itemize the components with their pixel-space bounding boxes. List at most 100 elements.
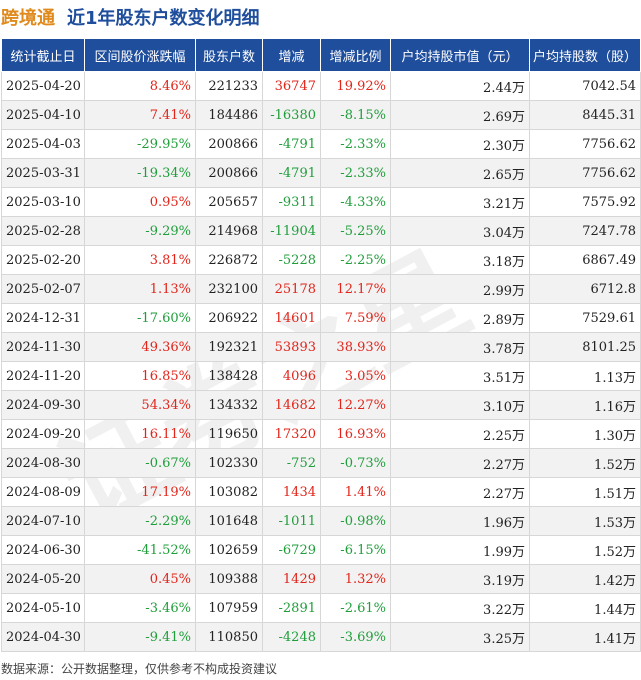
cell-avg-value: 2.27万: [390, 448, 530, 478]
cell-avg-shares: 7756.62: [529, 158, 641, 188]
cell-holders: 192321: [195, 332, 263, 362]
cell-date: 2025-02-07: [1, 274, 85, 304]
cell-holders: 134332: [195, 390, 263, 420]
cell-price-change: -17.60%: [84, 303, 196, 333]
cell-change-ratio: -4.33%: [320, 187, 391, 217]
cell-avg-value: 2.99万: [390, 274, 530, 304]
cell-change-ratio: 12.17%: [320, 274, 391, 304]
cell-avg-value: 3.04万: [390, 216, 530, 246]
cell-avg-shares: 7575.92: [529, 187, 641, 217]
stock-name: 跨境通: [1, 8, 55, 29]
cell-change: 14682: [262, 390, 321, 420]
table-row: 2024-11-20 16.85% 138428 4096 3.05% 3.51万 1.13…: [1, 361, 641, 391]
cell-price-change: 17.19%: [84, 477, 196, 507]
cell-change-ratio: 19.92%: [320, 71, 391, 101]
cell-change-ratio: -0.98%: [320, 506, 391, 536]
cell-change-ratio: 38.93%: [320, 332, 391, 362]
cell-change: -1011: [262, 506, 321, 536]
table-row: 2024-08-09 17.19% 103082 1434 1.41% 2.27万 1.51…: [1, 477, 641, 507]
table-row: 2024-09-20 16.11% 119650 17320 16.93% 2.25万 1.…: [1, 419, 641, 449]
cell-change: 25178: [262, 274, 321, 304]
table-row: 2024-04-30 -9.41% 110850 -4248 -3.69% 3.25万 1.…: [1, 622, 641, 652]
cell-holders: 102330: [195, 448, 263, 478]
cell-avg-value: 2.30万: [390, 129, 530, 159]
cell-date: 2025-02-20: [1, 245, 85, 275]
table-row: 2025-03-10 0.95% 205657 -9311 -4.33% 3.21万 757…: [1, 187, 641, 217]
cell-price-change: -0.67%: [84, 448, 196, 478]
cell-holders: 107959: [195, 593, 263, 623]
cell-date: 2024-09-30: [1, 390, 85, 420]
cell-avg-value: 1.99万: [390, 535, 530, 565]
cell-date: 2024-08-09: [1, 477, 85, 507]
table-row: 2024-05-20 0.45% 109388 1429 1.32% 3.19万 1.42万: [1, 564, 641, 594]
table-row: 2024-12-31 -17.60% 206922 14601 7.59% 2.89万 75…: [1, 303, 641, 333]
cell-holders: 200866: [195, 129, 263, 159]
cell-holders: 101648: [195, 506, 263, 536]
cell-change: 1434: [262, 477, 321, 507]
cell-change-ratio: -2.61%: [320, 593, 391, 623]
cell-avg-value: 3.21万: [390, 187, 530, 217]
cell-holders: 119650: [195, 419, 263, 449]
cell-change: -11904: [262, 216, 321, 246]
cell-price-change: 16.85%: [84, 361, 196, 391]
cell-change: -4248: [262, 622, 321, 652]
column-header-date: 统计截止日: [1, 38, 85, 72]
cell-holders: 110850: [195, 622, 263, 652]
table-row: 2025-04-03 -29.95% 200866 -4791 -2.33% 2.30万 7…: [1, 129, 641, 159]
cell-avg-value: 2.44万: [390, 71, 530, 101]
cell-change: 36747: [262, 71, 321, 101]
cell-holders: 184486: [195, 100, 263, 130]
table-row: 2024-07-10 -2.29% 101648 -1011 -0.98% 1.96万 1.…: [1, 506, 641, 536]
cell-avg-value: 3.51万: [390, 361, 530, 391]
cell-avg-shares: 7756.62: [529, 129, 641, 159]
cell-avg-value: 3.22万: [390, 593, 530, 623]
cell-avg-value: 1.96万: [390, 506, 530, 536]
cell-price-change: 49.36%: [84, 332, 196, 362]
cell-price-change: 0.95%: [84, 187, 196, 217]
cell-avg-shares: 1.51万: [529, 477, 641, 507]
cell-avg-shares: 7247.78: [529, 216, 641, 246]
cell-date: 2025-02-28: [1, 216, 85, 246]
column-header-price-change: 区间股价涨跌幅: [84, 38, 196, 72]
cell-change: 17320: [262, 419, 321, 449]
cell-avg-value: 2.69万: [390, 100, 530, 130]
cell-price-change: 1.13%: [84, 274, 196, 304]
cell-date: 2025-04-03: [1, 129, 85, 159]
cell-change: 4096: [262, 361, 321, 391]
cell-price-change: 7.41%: [84, 100, 196, 130]
cell-avg-shares: 1.44万: [529, 593, 641, 623]
cell-change-ratio: 16.93%: [320, 419, 391, 449]
cell-avg-shares: 1.30万: [529, 419, 641, 449]
cell-change: 1429: [262, 564, 321, 594]
cell-change-ratio: 7.59%: [320, 303, 391, 333]
cell-date: 2025-03-10: [1, 187, 85, 217]
cell-holders: 232100: [195, 274, 263, 304]
cell-avg-value: 2.25万: [390, 419, 530, 449]
cell-avg-shares: 7529.61: [529, 303, 641, 333]
table-row: 2024-05-10 -3.46% 107959 -2891 -2.61% 3.22万 1.…: [1, 593, 641, 623]
cell-price-change: -19.34%: [84, 158, 196, 188]
cell-change-ratio: -6.15%: [320, 535, 391, 565]
cell-avg-shares: 6712.8: [529, 274, 641, 304]
cell-holders: 109388: [195, 564, 263, 594]
cell-change: -4791: [262, 158, 321, 188]
cell-avg-value: 3.10万: [390, 390, 530, 420]
cell-change-ratio: -5.25%: [320, 216, 391, 246]
cell-avg-value: 2.27万: [390, 477, 530, 507]
table-row: 2025-02-28 -9.29% 214968 -11904 -5.25% 3.04万 7…: [1, 216, 641, 246]
cell-change: -16380: [262, 100, 321, 130]
table-row: 2025-02-07 1.13% 232100 25178 12.17% 2.99万 671…: [1, 274, 641, 304]
cell-avg-shares: 6867.49: [529, 245, 641, 275]
data-source-note: 数据来源：公开数据整理，仅供参考不构成投资建议: [1, 662, 278, 676]
cell-change-ratio: -3.69%: [320, 622, 391, 652]
table-row: 2024-08-30 -0.67% 102330 -752 -0.73% 2.27万 1.5…: [1, 448, 641, 478]
cell-holders: 103082: [195, 477, 263, 507]
cell-change: -9311: [262, 187, 321, 217]
column-header-holders: 股东户数: [195, 38, 263, 72]
cell-change-ratio: 12.27%: [320, 390, 391, 420]
cell-holders: 200866: [195, 158, 263, 188]
table-row: 2025-02-20 3.81% 226872 -5228 -2.25% 3.18万 686…: [1, 245, 641, 275]
cell-date: 2024-08-30: [1, 448, 85, 478]
cell-holders: 138428: [195, 361, 263, 391]
cell-date: 2024-04-30: [1, 622, 85, 652]
